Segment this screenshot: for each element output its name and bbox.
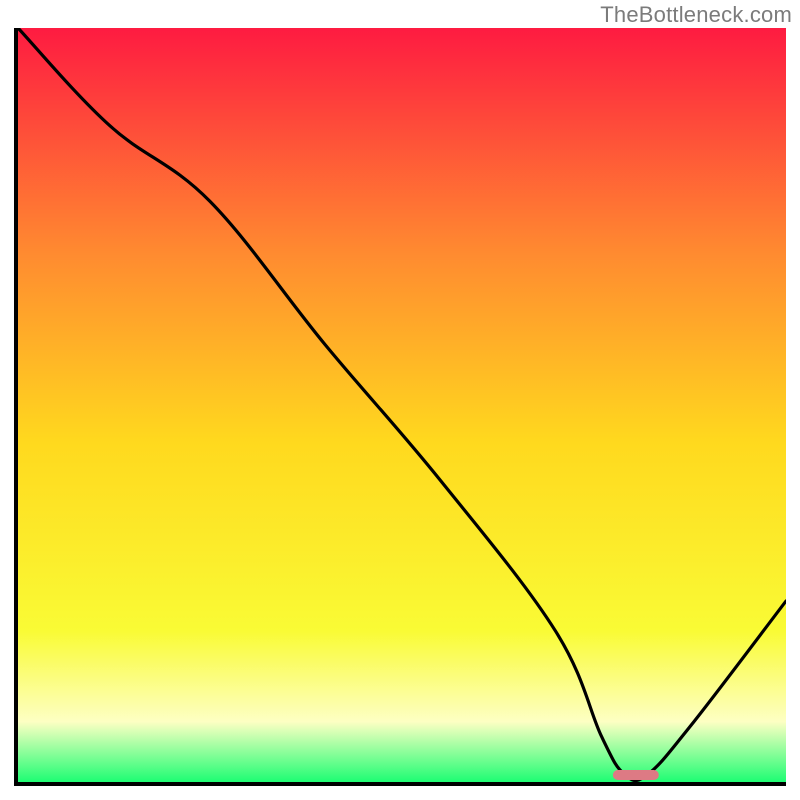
watermark-text: TheBottleneck.com — [600, 2, 792, 28]
chart-canvas: TheBottleneck.com — [0, 0, 800, 800]
plot-area — [14, 28, 786, 786]
optimal-range-marker — [612, 770, 658, 780]
bottleneck-curve — [18, 28, 786, 782]
